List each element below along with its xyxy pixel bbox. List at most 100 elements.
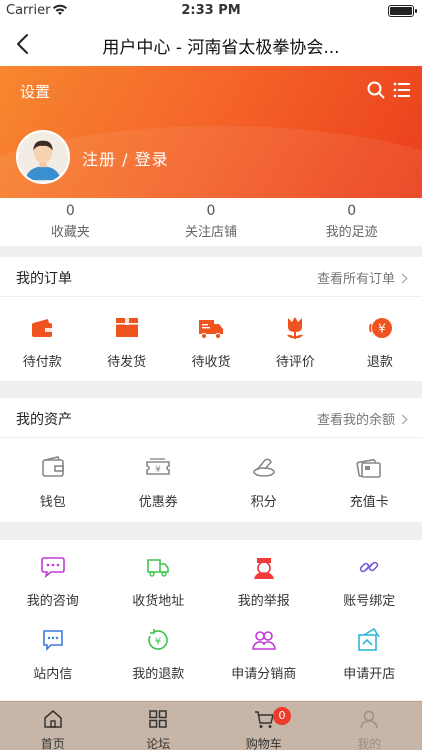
order-label: 待发货 <box>107 355 147 370</box>
stat-label: 收藏夹 <box>50 225 90 240</box>
order-label: 待付款 <box>22 355 62 370</box>
view-balance-link[interactable]: 查看我的余额 <box>316 409 408 428</box>
grid-icon <box>149 710 167 728</box>
status-bar: Carrier 2:33 PM <box>0 0 422 22</box>
stat-footprints[interactable]: 0 我的足迹 <box>281 198 422 246</box>
refund-icon: ¥ <box>368 318 392 338</box>
stats-bar: 0 收藏夹 0 关注店铺 0 我的足迹 <box>0 198 422 246</box>
truck-icon <box>199 320 224 340</box>
asset-recharge-card[interactable]: 充值卡 <box>317 455 422 510</box>
refund-circle-icon: ¥ <box>148 629 169 650</box>
services-section: 我的咨询 收货地址 我的举报 账号绑定 站内信 ¥ 我的退款 申请分销商 申请开… <box>0 540 422 700</box>
asset-label: 钱包 <box>39 495 66 510</box>
order-pending-review[interactable]: 待评价 <box>253 315 337 370</box>
service-my-consultation[interactable]: 我的咨询 <box>0 554 106 609</box>
login-register-link[interactable]: 注册 / 登录 <box>82 146 169 170</box>
asset-label: 优惠券 <box>138 495 178 510</box>
stat-label: 关注店铺 <box>185 225 238 240</box>
asset-label: 充值卡 <box>349 495 389 510</box>
asset-coupon[interactable]: ¥ 优惠券 <box>106 455 212 510</box>
asset-label: 积分 <box>250 495 277 510</box>
box-icon <box>115 318 138 337</box>
delivery-icon <box>147 559 170 577</box>
tab-forum[interactable]: 论坛 <box>106 702 212 750</box>
svg-text:¥: ¥ <box>378 322 386 336</box>
police-icon <box>253 558 274 580</box>
order-pending-payment[interactable]: 待付款 <box>0 315 84 370</box>
stat-value: 0 <box>347 203 357 219</box>
assets-title: 我的资产 <box>16 412 72 428</box>
wallet-outline-icon <box>41 456 64 477</box>
orders-section: 我的订单 查看所有订单 待付款 待发货 待收货 待评价 ¥ 退款 <box>0 257 422 381</box>
stat-value: 0 <box>206 203 216 219</box>
service-label: 申请开店 <box>343 667 396 682</box>
view-all-orders-label: 查看所有订单 <box>316 272 395 287</box>
order-label: 待收货 <box>191 355 231 370</box>
assets-section: 我的资产 查看我的余额 钱包 ¥ 优惠券 积分 充值卡 <box>0 398 422 522</box>
tab-cart[interactable]: 购物车 0 <box>211 702 317 750</box>
nav-bar: 用户中心 - 河南省太极拳协会... <box>0 22 422 66</box>
user-icon <box>360 710 378 729</box>
service-shipping-address[interactable]: 收货地址 <box>106 554 212 609</box>
cart-count-badge: 0 <box>273 707 291 725</box>
service-apply-shop[interactable]: 申请开店 <box>317 627 422 682</box>
shop-icon <box>358 627 380 651</box>
service-label: 申请分销商 <box>231 667 297 682</box>
service-apply-distributor[interactable]: 申请分销商 <box>211 627 317 682</box>
search-icon[interactable] <box>366 80 386 100</box>
wallet-icon <box>32 319 53 337</box>
view-balance-label: 查看我的余额 <box>316 413 395 428</box>
flower-icon <box>287 317 304 339</box>
list-menu-icon[interactable] <box>392 80 412 100</box>
back-chevron-icon[interactable] <box>12 32 34 56</box>
clock: 2:33 PM <box>181 3 241 18</box>
coupon-icon: ¥ <box>146 458 171 475</box>
service-label: 站内信 <box>33 667 73 682</box>
people-icon <box>251 631 276 650</box>
asset-points[interactable]: 积分 <box>211 455 317 510</box>
service-label: 我的咨询 <box>26 594 79 609</box>
chat-icon <box>40 557 65 579</box>
order-label: 待评价 <box>275 355 315 370</box>
cart-icon <box>254 711 274 728</box>
tab-label: 首页 <box>40 737 65 750</box>
assets-header: 我的资产 查看我的余额 <box>0 398 422 438</box>
service-my-report[interactable]: 我的举报 <box>211 554 317 609</box>
service-label: 我的举报 <box>237 594 290 609</box>
chevron-right-icon <box>397 273 408 284</box>
home-icon <box>44 710 62 728</box>
points-icon <box>252 458 275 477</box>
order-label: 退款 <box>366 355 393 370</box>
order-refund[interactable]: ¥ 退款 <box>338 315 422 370</box>
service-label: 收货地址 <box>132 594 185 609</box>
profile-header: 设置 注册 / 登录 <box>0 66 422 198</box>
message-icon <box>42 630 63 651</box>
service-site-messages[interactable]: 站内信 <box>0 627 106 682</box>
stat-favorites[interactable]: 0 收藏夹 <box>0 198 141 246</box>
tab-label: 论坛 <box>146 737 171 750</box>
card-icon <box>356 458 382 478</box>
orders-title: 我的订单 <box>16 271 72 287</box>
svg-text:¥: ¥ <box>155 637 161 648</box>
stat-label: 我的足迹 <box>325 225 378 240</box>
avatar[interactable] <box>16 130 70 184</box>
page-title: 用户中心 - 河南省太极拳协会... <box>102 38 340 58</box>
tab-home[interactable]: 首页 <box>0 702 106 750</box>
settings-link[interactable]: 设置 <box>20 81 50 102</box>
svg-text:¥: ¥ <box>155 465 161 475</box>
tab-mine[interactable]: 我的 <box>317 702 422 750</box>
service-label: 我的退款 <box>132 667 185 682</box>
order-pending-shipment[interactable]: 待发货 <box>84 315 168 370</box>
service-account-binding[interactable]: 账号绑定 <box>317 554 422 609</box>
tab-bar: 首页 论坛 购物车 0 我的 <box>0 701 422 750</box>
stat-followed-shops[interactable]: 0 关注店铺 <box>141 198 282 246</box>
tab-label: 我的 <box>357 737 382 750</box>
asset-wallet[interactable]: 钱包 <box>0 455 106 510</box>
orders-header: 我的订单 查看所有订单 <box>0 257 422 297</box>
avatar-person-icon <box>18 132 68 182</box>
service-label: 账号绑定 <box>343 594 396 609</box>
stat-value: 0 <box>65 203 75 219</box>
order-pending-receipt[interactable]: 待收货 <box>169 315 253 370</box>
view-all-orders-link[interactable]: 查看所有订单 <box>316 268 408 287</box>
service-my-refunds[interactable]: ¥ 我的退款 <box>106 627 212 682</box>
